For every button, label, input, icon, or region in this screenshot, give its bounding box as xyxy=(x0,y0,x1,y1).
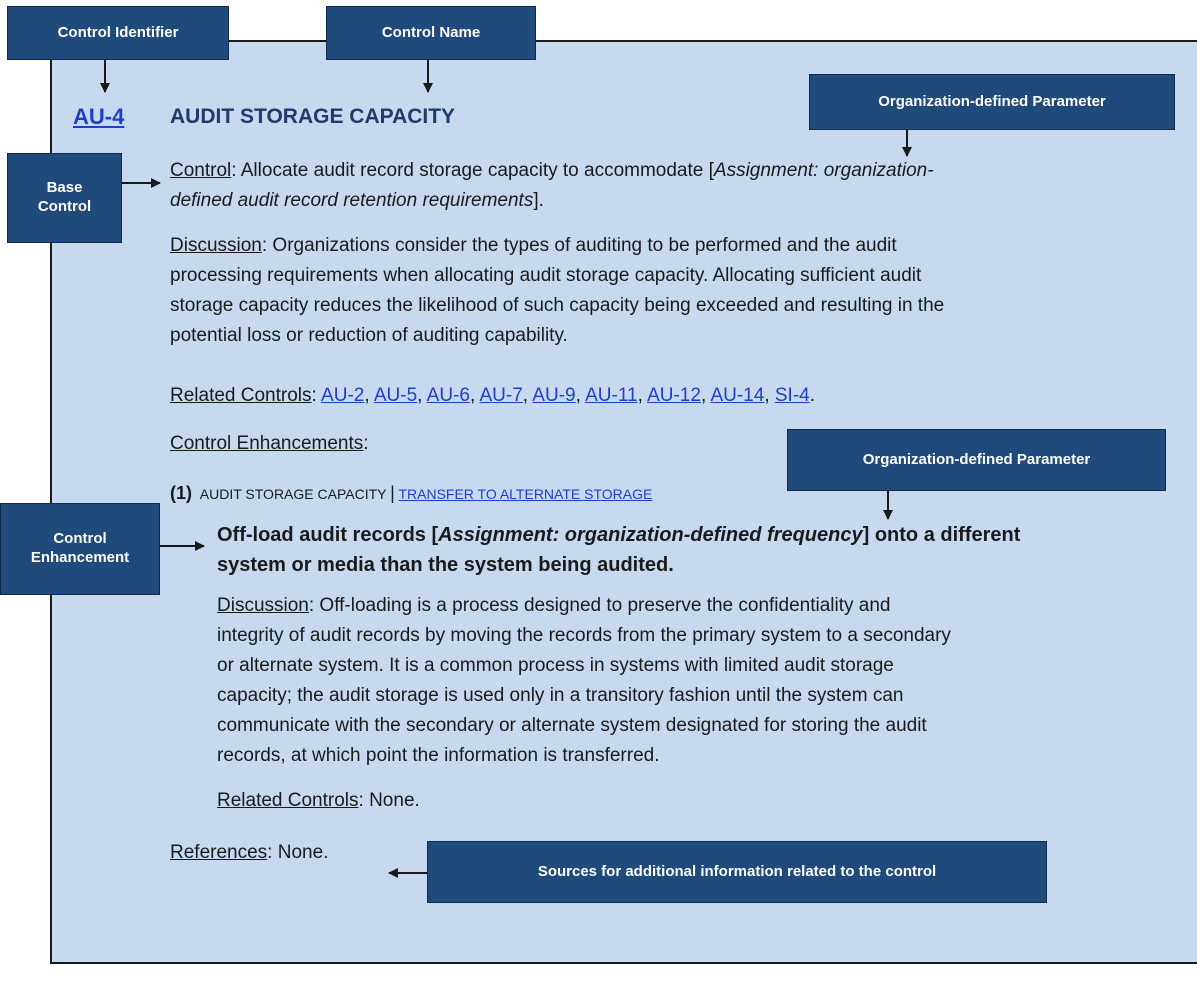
enh-stmt-b: ] onto a different xyxy=(862,524,1021,546)
control-label: Control xyxy=(170,160,232,181)
control-enhancements-heading: Control Enhancements: xyxy=(170,430,369,458)
discussion-line1: Discussion: Organizations consider the t… xyxy=(170,232,897,260)
enh-discussion-line4: capacity; the audit storage is used only… xyxy=(217,685,904,706)
related-link-si-4[interactable]: SI-4 xyxy=(775,385,810,406)
control-statement-line2: defined audit record retention requireme… xyxy=(170,187,544,215)
enhancement-statement-line2: system or media than the system being au… xyxy=(217,554,674,576)
discussion-line3: storage capacity reduces the likelihood … xyxy=(170,295,945,316)
enhancements-colon: : xyxy=(363,433,369,454)
enhancement-title-row: (1) AUDIT STORAGE CAPACITY | TRANSFER TO… xyxy=(170,479,652,508)
enh-discussion-line5: communicate with the secondary or altern… xyxy=(217,715,927,736)
enh-discussion-line3: or alternate system. It is a common proc… xyxy=(217,655,894,676)
related-link-au-5[interactable]: AU-5 xyxy=(374,385,417,406)
related-label: Related Controls xyxy=(170,385,312,406)
discussion-line2: processing requirements when allocating … xyxy=(170,265,922,286)
enh-related-text: : None. xyxy=(358,790,420,811)
related-link-au-11[interactable]: AU-11 xyxy=(585,385,637,406)
enh-discussion-line1: Discussion: Off-loading is a process des… xyxy=(217,592,890,620)
control-id[interactable]: AU-4 xyxy=(73,103,124,131)
enh-discussion-label: Discussion xyxy=(217,595,309,616)
related-sep: : xyxy=(311,385,322,406)
related-controls: Related Controls: AU-2, AU-5, AU-6, AU-7… xyxy=(170,385,816,406)
related-link-au-7[interactable]: AU-7 xyxy=(479,385,522,406)
enh-stmt-assignment: Assignment: organization-defined frequen… xyxy=(438,524,863,546)
enhancement-number: (1) xyxy=(170,483,192,503)
enhancement-bar: | xyxy=(390,483,395,503)
control-assignment-a: Assignment: organization- xyxy=(713,160,934,181)
enh-stmt-a: Off-load audit records [ xyxy=(217,524,439,546)
discussion-text-1: : Organizations consider the types of au… xyxy=(261,235,897,256)
related-link-au-9[interactable]: AU-9 xyxy=(532,385,575,406)
related-link-au-12[interactable]: AU-12 xyxy=(647,385,701,406)
related-link-au-6[interactable]: AU-6 xyxy=(427,385,470,406)
enh-discussion-line2: integrity of audit records by moving the… xyxy=(217,625,951,646)
discussion-line4: potential loss or reduction of auditing … xyxy=(170,325,568,346)
enhancement-parent: AUDIT STORAGE CAPACITY xyxy=(199,486,387,502)
enhancement-statement-line1: Off-load audit records [Assignment: orga… xyxy=(217,521,1020,549)
control-id-link[interactable]: AU-4 xyxy=(73,104,124,129)
control-assignment-b: defined audit record retention requireme… xyxy=(170,190,534,211)
control-text-b: ]. xyxy=(533,190,544,211)
enhancement-title-link[interactable]: TRANSFER TO ALTERNATE STORAGE xyxy=(398,486,652,502)
discussion-label: Discussion xyxy=(170,235,262,256)
related-link-au-14[interactable]: AU-14 xyxy=(710,385,764,406)
references: References: None. xyxy=(170,839,328,867)
enh-discussion-line6: records, at which point the information … xyxy=(217,745,660,766)
control-text-a: : Allocate audit record storage capacity… xyxy=(231,160,714,181)
control-name: AUDIT STORAGE CAPACITY xyxy=(170,105,456,128)
control-statement-line1: Control: Allocate audit record storage c… xyxy=(170,157,934,185)
enhancements-label: Control Enhancements xyxy=(170,433,364,454)
related-link-au-2[interactable]: AU-2 xyxy=(321,385,364,406)
enh-related-controls: Related Controls: None. xyxy=(217,787,420,815)
references-label: References xyxy=(170,842,268,863)
enh-related-label: Related Controls xyxy=(217,790,359,811)
enh-discussion-text-1: : Off-loading is a process designed to p… xyxy=(308,595,891,616)
references-text: : None. xyxy=(267,842,329,863)
